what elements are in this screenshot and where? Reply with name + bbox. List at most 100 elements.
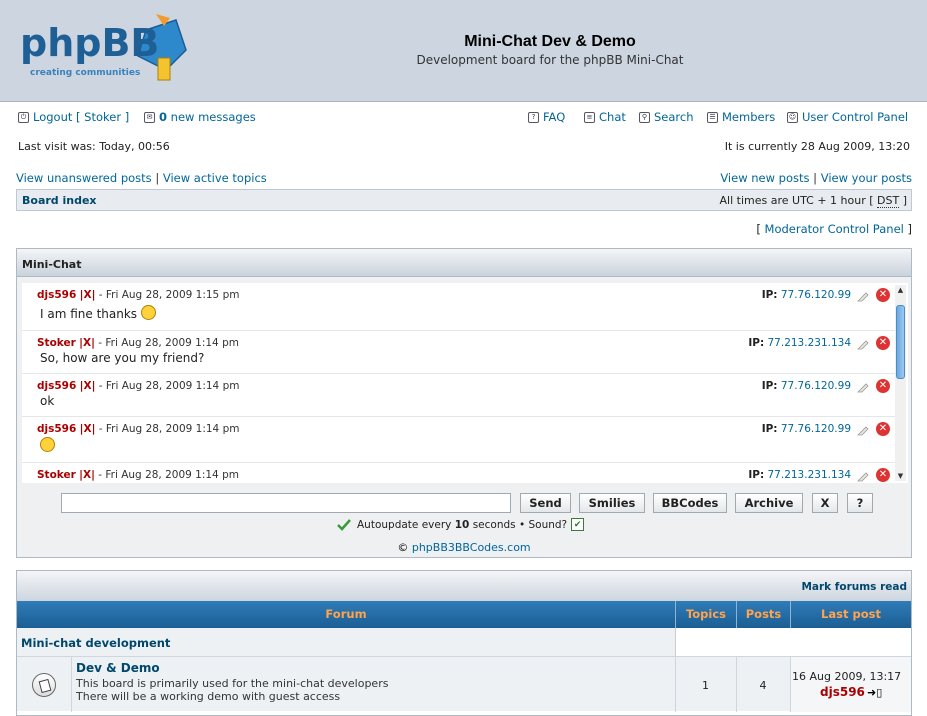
chat-delete-user-link[interactable]: |X| — [80, 380, 96, 392]
chat-icon: ≡ — [584, 111, 595, 123]
chat-username-link[interactable]: Stoker — [37, 337, 76, 349]
close-chat-button[interactable]: X — [812, 493, 838, 513]
forum-name-link[interactable]: Dev & Demo — [76, 661, 160, 675]
forum-list: Mark forums read Forum Topics Posts Last… — [16, 570, 912, 716]
active-topics-link[interactable]: View active topics — [163, 171, 267, 185]
delete-message-icon[interactable]: ✕ — [876, 422, 890, 436]
new-posts-link[interactable]: View new posts — [720, 171, 809, 185]
send-button[interactable]: Send — [520, 493, 571, 513]
user-icon: ☺ — [787, 111, 798, 123]
bbcodes-button[interactable]: BBCodes — [653, 493, 727, 513]
chat-delete-user-link[interactable]: |X| — [80, 289, 96, 301]
delete-message-icon[interactable]: ✕ — [876, 379, 890, 393]
chat-delete-user-link[interactable]: |X| — [80, 423, 96, 435]
chat-message-list[interactable]: djs596 |X| - Fri Aug 28, 2009 1:15 pm IP:… — [22, 283, 908, 483]
chat-message-time: - Fri Aug 28, 2009 1:14 pm — [98, 337, 239, 349]
breadcrumb: Board index All times are UTC + 1 hour [… — [16, 189, 912, 211]
svg-text:creating communities: creating communities — [30, 68, 140, 78]
faq-link[interactable]: ? FAQ — [528, 110, 565, 124]
ip-lookup-link[interactable]: 77.76.120.99 — [781, 380, 851, 392]
board-index-link[interactable]: Board index — [22, 194, 97, 207]
column-header-forum: Forum — [17, 601, 675, 628]
chat-delete-user-link[interactable]: |X| — [79, 469, 95, 481]
chat-message-meta: djs596 |X| - Fri Aug 28, 2009 1:14 pm — [37, 380, 239, 392]
column-header-topics: Topics — [675, 601, 736, 628]
delete-message-icon[interactable]: ✕ — [876, 336, 890, 350]
category-link[interactable]: Mini-chat development — [21, 636, 170, 650]
last-visit: Last visit was: Today, 00:56 — [18, 140, 170, 153]
unanswered-posts-link[interactable]: View unanswered posts — [16, 171, 152, 185]
chat-message: Stoker |X| - Fri Aug 28, 2009 1:14 pm IP:… — [22, 463, 895, 483]
forum-description-line-2: There will be a working demo with guest … — [76, 690, 341, 703]
site-header: phpBB creating communities Mini-Chat Dev… — [0, 0, 927, 102]
phpbb-logo[interactable]: phpBB creating communities — [18, 12, 193, 84]
scroll-down-icon[interactable]: ▼ — [895, 471, 906, 481]
envelope-icon: ✉ — [144, 111, 155, 123]
help-button[interactable]: ? — [847, 493, 873, 513]
edit-message-icon[interactable] — [857, 470, 869, 482]
last-post-date: 16 Aug 2009, 13:17 — [792, 670, 902, 683]
forum-description-line-1: This board is primarily used for the min… — [76, 677, 389, 690]
chat-message-time: - Fri Aug 28, 2009 1:15 pm — [98, 289, 240, 301]
ucp-link[interactable]: ☺ User Control Panel — [787, 110, 908, 124]
chat-username-link[interactable]: djs596 — [37, 423, 76, 435]
search-link[interactable]: ⚲ Search — [639, 110, 694, 124]
logout-link[interactable]: ⏻ Logout [ Stoker ] — [18, 110, 129, 124]
forum-row: Dev & Demo This board is primarily used … — [17, 656, 911, 712]
ip-lookup-link[interactable]: 77.76.120.99 — [781, 423, 851, 435]
goto-last-post-icon[interactable]: ➜▯ — [867, 686, 882, 699]
scroll-thumb[interactable] — [896, 305, 905, 379]
column-header-posts: Posts — [736, 601, 790, 628]
ip-lookup-link[interactable]: 77.213.231.134 — [768, 337, 852, 349]
chat-username-link[interactable]: djs596 — [37, 289, 76, 301]
smilies-button[interactable]: Smilies — [579, 493, 645, 513]
smiley-icon — [141, 305, 157, 320]
mini-chat-title: Mini-Chat — [22, 258, 82, 271]
chat-message-meta: djs596 |X| - Fri Aug 28, 2009 1:14 pm — [37, 423, 239, 435]
ip-lookup-link[interactable]: 77.76.120.99 — [781, 289, 851, 301]
edit-message-icon[interactable] — [857, 424, 869, 436]
chat-message-time: - Fri Aug 28, 2009 1:14 pm — [98, 423, 240, 435]
mini-chat-header: Mini-Chat — [17, 249, 911, 277]
edit-message-icon[interactable] — [857, 338, 869, 350]
chat-message: Stoker |X| - Fri Aug 28, 2009 1:14 pm IP:… — [22, 331, 895, 374]
mark-forums-read-link[interactable]: Mark forums read — [801, 581, 907, 593]
edit-message-icon[interactable] — [857, 290, 869, 302]
chat-username-link[interactable]: Stoker — [37, 469, 76, 481]
chat-message-text: So, how are you my friend? — [40, 351, 205, 365]
chat-message-ip: IP: 77.76.120.99 — [761, 423, 851, 435]
chat-message-meta: Stoker |X| - Fri Aug 28, 2009 1:14 pm — [37, 337, 239, 349]
chat-message: djs596 |X| - Fri Aug 28, 2009 1:14 pm IP:… — [22, 374, 895, 417]
moderator-control-panel-link[interactable]: Moderator Control Panel — [765, 222, 904, 236]
delete-message-icon[interactable]: ✕ — [876, 288, 890, 302]
ip-lookup-link[interactable]: 77.213.231.134 — [768, 469, 852, 481]
search-icon: ⚲ — [639, 111, 650, 123]
svg-text:phpBB: phpBB — [20, 21, 159, 65]
sound-checkbox[interactable]: ✔ — [571, 518, 585, 531]
your-posts-link[interactable]: View your posts — [821, 171, 912, 185]
chat-link[interactable]: ≡ Chat — [584, 110, 626, 124]
site-description: Development board for the phpBB Mini-Cha… — [416, 53, 684, 67]
current-time: It is currently 28 Aug 2009, 13:20 — [724, 140, 910, 153]
delete-message-icon[interactable]: ✕ — [876, 468, 890, 482]
site-title: Mini-Chat Dev & Demo — [464, 33, 636, 50]
chat-username-link[interactable]: djs596 — [37, 380, 76, 392]
copyright-link[interactable]: phpBB3BBCodes.com — [412, 541, 531, 554]
forum-read-icon — [32, 673, 56, 697]
scroll-up-icon[interactable]: ▲ — [895, 285, 906, 295]
mini-chat-panel: Mini-Chat djs596 |X| - Fri Aug 28, 2009 … — [16, 248, 912, 558]
autoupdate-seconds: 10 — [454, 518, 470, 531]
archive-button[interactable]: Archive — [735, 493, 803, 513]
last-post-user-link[interactable]: djs596 — [820, 685, 865, 699]
edit-message-icon[interactable] — [857, 381, 869, 393]
pm-count: 0 — [159, 110, 168, 124]
chat-delete-user-link[interactable]: |X| — [79, 337, 95, 349]
mcp-wrapper: [ Moderator Control Panel ] — [756, 222, 912, 236]
members-link[interactable]: ☰ Members — [707, 110, 775, 124]
chat-scrollbar[interactable]: ▲ ▼ — [895, 285, 906, 481]
column-header-last-post: Last post — [790, 601, 911, 628]
pm-link[interactable]: ✉ 0 new messages — [144, 110, 256, 124]
chat-message-time: - Fri Aug 28, 2009 1:14 pm — [98, 380, 240, 392]
chat-message-input[interactable] — [61, 493, 511, 513]
chat-message-text: I am fine thanks — [40, 305, 157, 321]
